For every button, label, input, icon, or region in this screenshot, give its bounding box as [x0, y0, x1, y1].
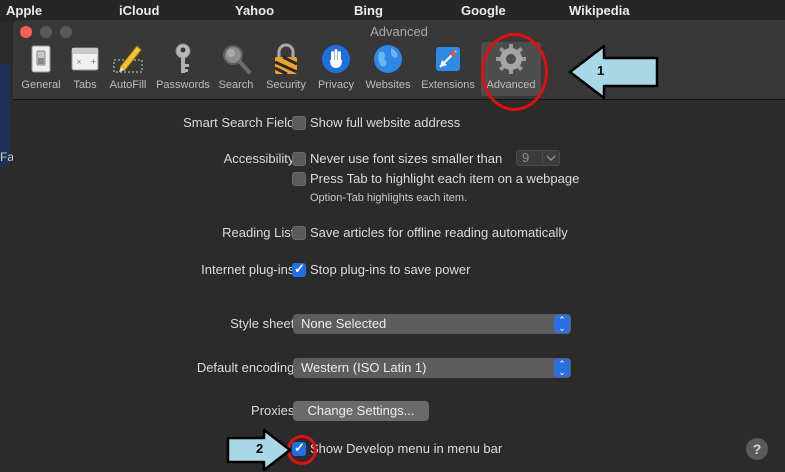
hand-icon: [322, 45, 350, 73]
globe-icon: [374, 45, 402, 73]
callout-arrow-1-icon: [568, 44, 659, 100]
background-text: Fa: [0, 150, 15, 164]
callout-number-1: 1: [597, 63, 605, 78]
bookmark-wikipedia[interactable]: Wikipedia: [569, 3, 630, 18]
tab-general-label: General: [21, 79, 61, 91]
tab-websites-label: Websites: [365, 79, 411, 91]
up-down-chevron-icon: ⌃ ⌄: [554, 315, 570, 333]
min-font-size-value: 9: [522, 150, 530, 165]
callout-number-2: 2: [256, 441, 264, 456]
save-offline-text: Save articles for offline reading automa…: [310, 225, 568, 240]
key-icon: [175, 43, 191, 73]
show-develop-menu-text: Show Develop menu in menu bar: [310, 441, 503, 456]
tab-search[interactable]: Search: [217, 42, 255, 96]
tab-autofill-label: AutoFill: [109, 79, 147, 91]
help-button[interactable]: ?: [746, 438, 768, 460]
tab-extensions[interactable]: Extensions: [418, 42, 478, 96]
show-full-address-checkbox[interactable]: [292, 116, 306, 130]
tab-tabs[interactable]: × + Tabs: [68, 42, 102, 96]
stop-plugins-text: Stop plug-ins to save power: [310, 262, 471, 277]
min-font-size-checkbox[interactable]: [292, 152, 306, 166]
proxies-label: Proxies:: [251, 403, 298, 418]
tabs-icon: × +: [71, 47, 99, 71]
tab-passwords[interactable]: Passwords: [153, 42, 213, 96]
bookmark-icloud[interactable]: iCloud: [119, 3, 159, 18]
style-sheet-value: None Selected: [301, 316, 387, 331]
chevron-down-icon: [542, 151, 559, 165]
puzzle-icon: [436, 47, 460, 71]
up-down-chevron-icon: ⌃ ⌄: [554, 359, 570, 377]
bookmark-apple[interactable]: Apple: [6, 3, 42, 18]
svg-text:×: ×: [76, 58, 82, 66]
style-sheet-label: Style sheet:: [230, 316, 298, 331]
tab-search-label: Search: [218, 79, 254, 91]
tab-security[interactable]: Security: [261, 42, 311, 96]
smart-search-label: Smart Search Field:: [183, 115, 298, 130]
advanced-highlight-circle: [481, 33, 548, 111]
option-tab-hint: Option-Tab highlights each item.: [310, 192, 468, 204]
tab-websites[interactable]: Websites: [362, 42, 414, 96]
pencil-icon: [113, 45, 143, 73]
default-encoding-label: Default encoding:: [196, 360, 298, 375]
bookmark-yahoo[interactable]: Yahoo: [235, 3, 274, 18]
svg-text:+: +: [90, 57, 97, 66]
style-sheet-select[interactable]: None Selected ⌃ ⌄: [293, 314, 571, 334]
tab-extensions-label: Extensions: [421, 79, 475, 91]
plugins-label: Internet plug-ins:: [201, 262, 298, 277]
tab-autofill[interactable]: AutoFill: [105, 42, 151, 96]
accessibility-label: Accessibility:: [223, 151, 298, 166]
window-title: Advanced: [370, 24, 428, 39]
tab-privacy-label: Privacy: [317, 79, 355, 91]
stop-plugins-checkbox[interactable]: [292, 261, 306, 277]
tab-general[interactable]: General: [15, 42, 67, 96]
bookmark-bing[interactable]: Bing: [354, 3, 383, 18]
change-settings-button[interactable]: Change Settings...: [293, 401, 429, 421]
min-font-size-text: Never use font sizes smaller than: [310, 151, 503, 166]
window-toolbar: Advanced General × + Tabs AutoFill Passw…: [13, 20, 785, 100]
tab-tabs-label: Tabs: [73, 79, 97, 91]
tab-passwords-label: Passwords: [156, 79, 210, 91]
bookmark-google[interactable]: Google: [461, 3, 506, 18]
min-font-size-select[interactable]: 9: [516, 150, 560, 166]
save-offline-checkbox[interactable]: [292, 226, 306, 240]
show-full-address-text: Show full website address: [310, 115, 461, 130]
magnifier-icon: [223, 45, 251, 74]
default-encoding-select[interactable]: Western (ISO Latin 1) ⌃ ⌄: [293, 358, 571, 378]
bookmarks-bar: Apple iCloud Yahoo Bing Google Wikipedia: [0, 0, 785, 22]
switch-icon: [31, 45, 51, 73]
reading-list-label: Reading List:: [222, 225, 298, 240]
press-tab-text: Press Tab to highlight each item on a we…: [310, 171, 580, 186]
press-tab-checkbox[interactable]: [292, 172, 306, 186]
tab-privacy[interactable]: Privacy: [315, 42, 357, 96]
tab-security-label: Security: [266, 79, 306, 91]
preferences-window: Advanced General × + Tabs AutoFill Passw…: [13, 20, 785, 472]
background-page-strip: Fa: [0, 22, 15, 472]
lock-icon: [274, 43, 298, 76]
default-encoding-value: Western (ISO Latin 1): [301, 360, 427, 375]
